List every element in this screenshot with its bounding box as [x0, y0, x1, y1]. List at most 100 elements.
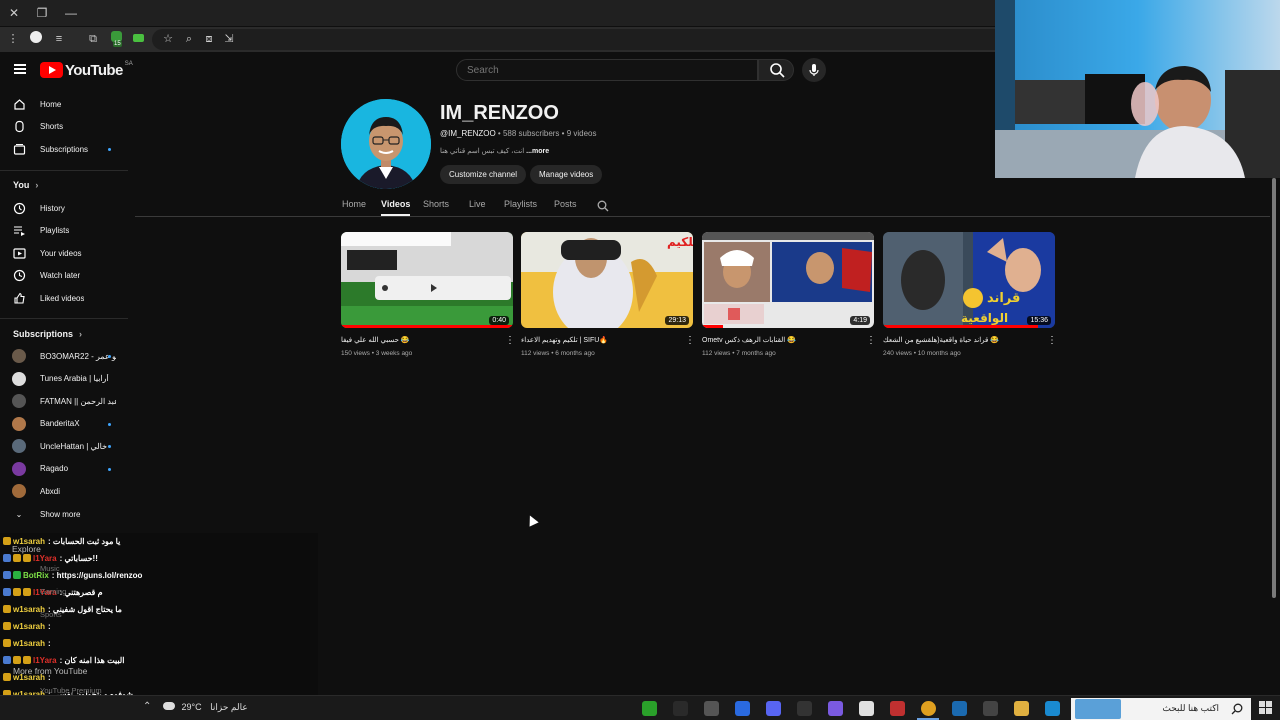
sidebar-item-subscription-6[interactable]: Abxdi — [0, 480, 128, 502]
page-scrollbar[interactable] — [1270, 178, 1278, 598]
video-card[interactable]: قراند الواقعية 15:36 😂 قراند حياة واقعية(هل… — [883, 232, 1057, 357]
sidebar-item-shorts[interactable]: Shorts — [0, 116, 128, 138]
more-options-icon[interactable]: ⋮ — [1047, 336, 1057, 348]
search-highlight-image — [1075, 699, 1121, 719]
restore-icon[interactable]: ❐ — [33, 4, 51, 22]
channel-description[interactable]: انت، كيف تبس اسم قناتي هنا ...more — [440, 147, 549, 155]
sidebar-item-home[interactable]: Home — [0, 93, 128, 115]
chrome-icon[interactable] — [921, 701, 936, 716]
customize-channel-button[interactable]: Customize channel — [440, 165, 527, 184]
close-icon[interactable]: ✕ — [5, 4, 23, 22]
sidebar-item-subscription-1[interactable]: Tunes Arabia | أرابيا — [0, 368, 128, 390]
more-options-icon[interactable]: ⋮ — [505, 336, 515, 348]
game-icon[interactable] — [890, 701, 905, 716]
tab-home[interactable]: Home — [342, 199, 366, 209]
you-section-heading[interactable]: You › — [13, 180, 38, 190]
chat-message: w1sarah: ما يحتاج اقول شفيني — [3, 602, 122, 616]
video-card[interactable]: 0:40 😂 حسبي الله علي فيفا 150 views • 3 we… — [341, 232, 515, 357]
sidebar-item-subscriptions[interactable]: Subscriptions — [0, 138, 128, 160]
xbox-icon[interactable] — [642, 701, 657, 716]
weather-widget[interactable]: 29°C عالم حزانا — [163, 702, 248, 713]
video-title[interactable]: 😂 القنابات الرهف ذكس Ometv — [702, 336, 858, 344]
sidebar-item-subscription-5[interactable]: Ragado — [0, 458, 128, 480]
sidebar-item-your-videos[interactable]: Your videos — [0, 242, 128, 264]
adblock-icon[interactable]: ≡ — [51, 31, 67, 47]
sidebar-item-label: Watch later — [40, 271, 81, 280]
channel-avatar[interactable] — [341, 99, 431, 189]
video-title[interactable]: 😂 حسبي الله علي فيفا — [341, 336, 497, 344]
video-thumbnail[interactable]: 4:19 — [702, 232, 874, 328]
more-options-icon[interactable]: ⋮ — [866, 336, 876, 348]
search-button[interactable] — [758, 59, 794, 81]
vpn-icon[interactable] — [735, 701, 750, 716]
obs-icon[interactable] — [983, 701, 998, 716]
explore-item[interactable]: Gaming — [40, 587, 66, 596]
chat-badge-icon — [13, 571, 21, 579]
calendar-icon[interactable] — [859, 701, 874, 716]
sidebar-item-watch-later[interactable]: Watch later — [0, 265, 128, 287]
sidebar-item-history[interactable]: History — [0, 197, 128, 219]
sidebar-item-subscription-4[interactable]: UncleHattan | خالي — [0, 435, 128, 457]
hamburger-menu-icon[interactable] — [12, 62, 28, 78]
video-thumbnail[interactable]: 0:40 — [341, 232, 513, 328]
sidebar-item-subscription-3[interactable]: BanderitaX — [0, 413, 128, 435]
tab-live[interactable]: Live — [469, 199, 486, 209]
subscription-avatar — [12, 394, 26, 408]
taskbar-search[interactable]: اكتب هنا للبحث — [1071, 698, 1251, 720]
tab-playlists[interactable]: Playlists — [504, 199, 537, 209]
edge-icon[interactable] — [1045, 701, 1060, 716]
extension-icon[interactable]: ⧉ — [85, 31, 101, 47]
sidebar-item-subscription-0[interactable]: BO3OMAR22 - بو عمر — [0, 345, 128, 367]
video-thumbnail[interactable]: تلكيم 29:13 — [521, 232, 693, 328]
folder-icon[interactable] — [1014, 701, 1029, 716]
controller-icon[interactable] — [828, 701, 843, 716]
profile-icon[interactable] — [28, 31, 44, 47]
search-input[interactable] — [467, 60, 747, 80]
show-more-button[interactable]: ⌄ Show more — [0, 503, 128, 525]
description-more-link[interactable]: ...more — [526, 148, 549, 155]
sidebar-item-playlists[interactable]: Playlists — [0, 220, 128, 242]
youtube-logo[interactable]: YouTube SA — [40, 61, 133, 79]
manage-videos-button[interactable]: Manage videos — [530, 165, 603, 184]
menu-dots-icon[interactable]: ⋮ — [5, 31, 21, 47]
explore-item[interactable]: Music — [40, 564, 60, 573]
video-card[interactable]: تلكيم 29:13 🔥SIFU | تلكيم وتهديم الاعداء 11… — [521, 232, 695, 357]
video-card[interactable]: 4:19 😂 القنابات الرهف ذكس Ometv 112 views … — [702, 232, 876, 357]
subscriptions-section-heading[interactable]: Subscriptions › — [13, 329, 82, 339]
discord-icon[interactable] — [766, 701, 781, 716]
steam-icon[interactable] — [952, 701, 967, 716]
chat-text: : https://guns.lol/renzoo — [51, 570, 143, 580]
bookmark-star-icon[interactable]: ☆ — [160, 31, 176, 47]
explore-item[interactable]: Sports — [40, 610, 62, 619]
sidebar-divider — [0, 318, 128, 319]
video-title[interactable]: 😂 قراند حياة واقعية(هلقشيع من الشعك — [883, 336, 1039, 344]
terminal-icon[interactable] — [673, 701, 688, 716]
tray-chevron-icon[interactable]: ⌃ — [143, 701, 151, 712]
minimize-icon[interactable]: — — [62, 4, 80, 22]
search-box[interactable] — [456, 59, 758, 81]
green-extension-icon[interactable] — [130, 31, 146, 47]
tab-shorts[interactable]: Shorts — [423, 199, 449, 209]
app-icon[interactable] — [797, 701, 812, 716]
channel-search-icon[interactable] — [597, 199, 609, 217]
chevron-right-icon: › — [79, 329, 83, 339]
translate-icon[interactable]: ⧈ — [201, 31, 217, 47]
video-title[interactable]: 🔥SIFU | تلكيم وتهديم الاعداء — [521, 336, 677, 344]
zoom-icon[interactable]: ⌕ — [181, 31, 197, 47]
explore-heading: Explore — [12, 544, 41, 554]
sidebar-item-label: Ragado — [40, 464, 69, 473]
new-content-dot — [108, 148, 111, 151]
youtube-premium-item[interactable]: YouTube Premium — [40, 686, 102, 695]
voice-search-button[interactable] — [802, 58, 826, 82]
settings-icon[interactable] — [704, 701, 719, 716]
svg-text:تلكيم: تلكيم — [667, 235, 693, 249]
video-thumbnail[interactable]: قراند الواقعية 15:36 — [883, 232, 1055, 328]
share-icon[interactable]: ⇲ — [221, 31, 237, 47]
scrollbar-thumb[interactable] — [1272, 178, 1276, 598]
tab-videos[interactable]: Videos — [381, 199, 410, 209]
windows-start-icon[interactable] — [1259, 701, 1273, 720]
tab-posts[interactable]: Posts — [554, 199, 577, 209]
more-options-icon[interactable]: ⋮ — [685, 336, 695, 348]
sidebar-item-subscription-2[interactable]: FATMAN || عبد الرحمن — [0, 390, 128, 412]
sidebar-item-liked-videos[interactable]: Liked videos — [0, 287, 128, 309]
